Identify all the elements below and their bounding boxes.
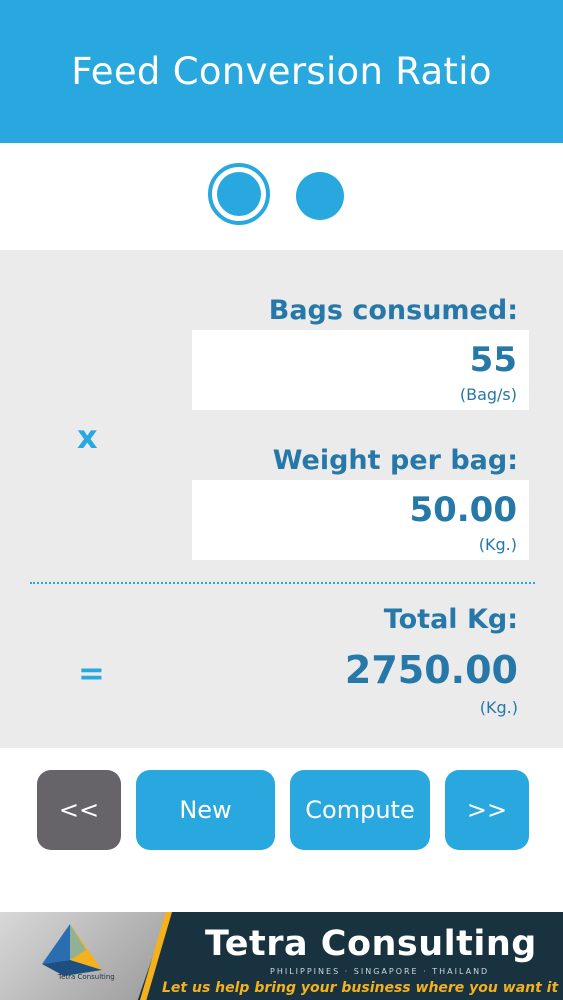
page-dot-1-active[interactable]: [208, 163, 270, 225]
weight-per-bag-field[interactable]: 50.00 (Kg.): [192, 480, 529, 560]
bags-consumed-field[interactable]: 55 (Bag/s): [192, 330, 529, 410]
calculator-panel: Bags consumed: 55 (Bag/s) x Weight per b…: [0, 250, 563, 748]
banner-tagline: Let us help bring your business where yo…: [162, 980, 563, 996]
equals-symbol: =: [78, 654, 105, 692]
new-button[interactable]: New: [136, 770, 275, 850]
page-title: Feed Conversion Ratio: [71, 50, 492, 93]
app-header: Feed Conversion Ratio: [0, 0, 563, 143]
total-kg-label: Total Kg:: [383, 604, 518, 635]
weight-per-bag-label: Weight per bag:: [272, 445, 518, 476]
divider: [30, 582, 535, 584]
weight-per-bag-unit: (Kg.): [478, 535, 517, 554]
page-dot-2[interactable]: [296, 172, 344, 220]
banner-logo-text: Tetra Consulting: [58, 973, 115, 981]
weight-per-bag-value: 50.00: [409, 490, 517, 530]
banner-countries: PHILIPPINES · SINGAPORE · THAILAND: [270, 967, 490, 976]
previous-button[interactable]: <<: [37, 770, 121, 850]
bags-consumed-label: Bags consumed:: [268, 295, 518, 326]
next-button[interactable]: >>: [445, 770, 529, 850]
page-indicator: [0, 163, 563, 231]
ad-banner[interactable]: Tetra Consulting Tetra Consulting PHILIP…: [0, 912, 563, 1000]
compute-button[interactable]: Compute: [290, 770, 430, 850]
bags-consumed-value: 55: [469, 340, 517, 380]
bags-consumed-unit: (Bag/s): [459, 385, 517, 404]
multiply-symbol: x: [77, 418, 98, 456]
banner-brand: Tetra Consulting: [205, 924, 537, 964]
total-kg-unit: (Kg.): [479, 698, 518, 717]
total-kg-value: 2750.00: [344, 648, 518, 692]
